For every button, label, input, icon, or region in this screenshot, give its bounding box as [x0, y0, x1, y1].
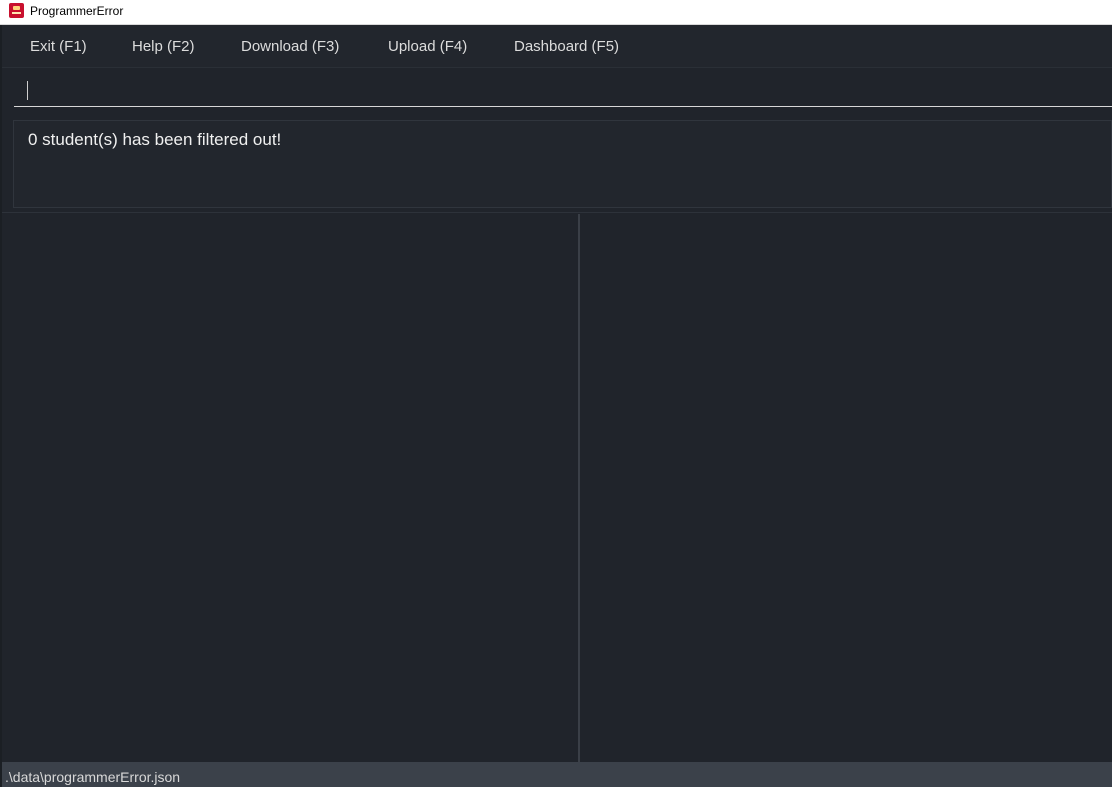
application-window: ProgrammerError Exit (F1) Help (F2) Down… [0, 0, 1112, 787]
upload-menu-item[interactable]: Upload (F4) [388, 37, 467, 57]
window-title: ProgrammerError [30, 4, 124, 18]
title-bar: ProgrammerError [0, 0, 1112, 25]
menu-bar: Exit (F1) Help (F2) Download (F3) Upload… [2, 25, 1112, 68]
help-menu-item[interactable]: Help (F2) [132, 37, 195, 57]
status-bar: .\data\programmerError.json [2, 762, 1112, 787]
dashboard-menu-item[interactable]: Dashboard (F5) [514, 37, 619, 57]
exit-menu-item[interactable]: Exit (F1) [30, 37, 87, 57]
result-message: 0 student(s) has been filtered out! [28, 130, 282, 149]
result-display: 0 student(s) has been filtered out! [13, 120, 1112, 208]
text-caret [27, 81, 28, 100]
download-menu-item[interactable]: Download (F3) [241, 37, 339, 57]
student-list-panel[interactable] [2, 214, 578, 762]
command-input[interactable] [14, 75, 1112, 107]
data-file-path: .\data\programmerError.json [5, 769, 181, 785]
section-divider [2, 212, 1112, 213]
details-panel[interactable] [580, 214, 1112, 762]
command-input-underline [14, 106, 1112, 107]
app-root: Exit (F1) Help (F2) Download (F3) Upload… [0, 25, 1112, 787]
programmererror-app-icon [9, 3, 24, 18]
